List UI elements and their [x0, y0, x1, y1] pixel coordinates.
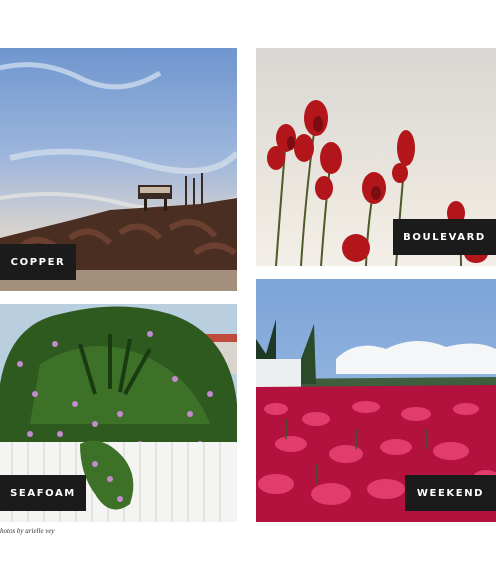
- label-weekend[interactable]: WEEKEND: [405, 475, 496, 511]
- label-seafoam[interactable]: SEAFOAM: [0, 475, 86, 511]
- label-boulevard[interactable]: BOULEVARD: [393, 219, 496, 255]
- photo-credit: hotos by arielle vey: [0, 527, 55, 535]
- label-copper[interactable]: COPPER: [0, 244, 76, 280]
